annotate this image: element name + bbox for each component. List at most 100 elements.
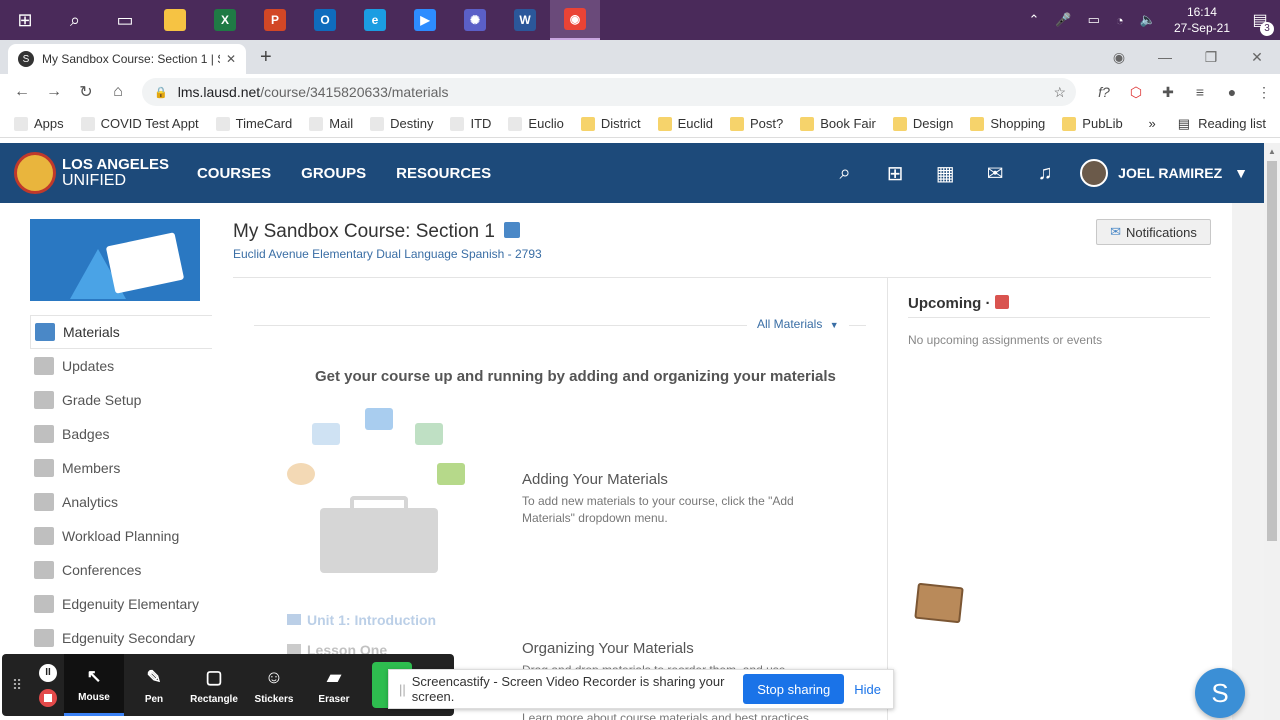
bookmark-item[interactable]: PubLib	[1062, 116, 1123, 131]
calendar-icon[interactable]: ▦	[920, 161, 970, 186]
stop-sharing-button[interactable]: Stop sharing	[743, 674, 845, 704]
schoology-help-button[interactable]: S	[1195, 668, 1245, 718]
all-materials-dropdown[interactable]: All Materials ▼	[747, 317, 849, 331]
forward-icon[interactable]: →	[38, 83, 70, 101]
drag-handle-icon[interactable]: ⠿	[2, 654, 32, 716]
chrome-app-glyph: ◉	[564, 8, 586, 30]
sidebar-item-members[interactable]: Members	[30, 451, 212, 485]
sidebar-item-updates[interactable]: Updates	[30, 349, 212, 383]
scroll-up-icon[interactable]: ▲	[1268, 147, 1276, 156]
file-explorer-icon[interactable]	[150, 0, 200, 40]
nav-resources[interactable]: RESOURCES	[396, 165, 491, 182]
more-bookmarks-icon[interactable]: »	[1149, 116, 1156, 131]
notifications-button[interactable]: ✉ Notifications	[1096, 219, 1211, 245]
messages-icon[interactable]: ✉	[970, 161, 1020, 186]
page-body: Materials Updates Grade Setup Badges Members…	[0, 203, 1264, 720]
bookmark-item[interactable]: Post?	[729, 116, 783, 131]
close-window-icon[interactable]: ✕	[1234, 49, 1280, 66]
bookmark-item[interactable]: TimeCard	[215, 116, 292, 131]
extensions-puzzle-icon[interactable]: ✚	[1152, 84, 1184, 101]
bookmark-item[interactable]: Destiny	[370, 116, 433, 131]
course-info-icon[interactable]	[504, 222, 521, 238]
back-icon[interactable]: ←	[6, 83, 38, 101]
bookmark-label: Apps	[34, 116, 64, 131]
calendar-icon[interactable]	[994, 295, 1009, 309]
reload-icon[interactable]: ↻	[70, 82, 102, 102]
minimize-icon[interactable]: —	[1142, 49, 1188, 65]
nav-courses[interactable]: COURSES	[197, 165, 271, 182]
bookmark-label: ITD	[470, 116, 492, 131]
bookmark-item[interactable]: Apps	[14, 116, 64, 131]
formula-extension-icon[interactable]: f?	[1088, 84, 1120, 100]
microphone-icon[interactable]: 🎤	[1055, 12, 1071, 28]
scrollbar-thumb[interactable]	[1267, 161, 1277, 541]
bookmark-item[interactable]: District	[580, 116, 641, 131]
sidebar-item-workload-planning[interactable]: Workload Planning	[30, 519, 212, 553]
word-icon[interactable]: W	[500, 0, 550, 40]
user-menu[interactable]: JOEL RAMIREZ ▼	[1080, 159, 1248, 187]
pdf-extension-icon[interactable]: ⬡	[1120, 84, 1152, 101]
profile-dropdown-icon[interactable]: ◉	[1096, 49, 1142, 66]
edge-icon[interactable]: e	[350, 0, 400, 40]
lausd-logo[interactable]: LOS ANGELES UNIFIED	[14, 152, 169, 194]
bookmark-item[interactable]: Euclio	[508, 116, 564, 131]
action-center-icon[interactable]: ▤ 3	[1240, 10, 1280, 36]
profile-avatar-icon[interactable]: ●	[1216, 84, 1248, 100]
stickers-tool-button[interactable]: ☺ Stickers	[244, 654, 304, 716]
eraser-tool-button[interactable]: ▰ Eraser	[304, 654, 364, 716]
windows-start-icon[interactable]: ⊞	[0, 0, 50, 40]
new-tab-icon[interactable]: +	[260, 46, 272, 69]
learn-more-text: Learn more about course materials and be…	[522, 711, 809, 720]
apps-grid-icon[interactable]: ⊞	[870, 161, 920, 186]
app-gear-icon[interactable]: ✺	[450, 0, 500, 40]
course-school-link[interactable]: Euclid Avenue Elementary Dual Language S…	[233, 247, 542, 261]
sidebar-item-badges[interactable]: Badges	[30, 417, 212, 451]
sidebar-item-grade-setup[interactable]: Grade Setup	[30, 383, 212, 417]
sidebar-item-analytics[interactable]: Analytics	[30, 485, 212, 519]
notifications-bell-icon[interactable]: ♫	[1020, 162, 1070, 185]
chrome-icon[interactable]: ◉	[550, 0, 600, 40]
wifi-icon[interactable]: ◔	[1116, 13, 1124, 28]
chevron-up-icon[interactable]: ⌃	[1029, 12, 1040, 28]
address-bar[interactable]: 🔒 lms.lausd.net/course/3415820633/materi…	[142, 78, 1076, 106]
rectangle-tool-button[interactable]: ▢ Rectangle	[184, 654, 244, 716]
task-view-icon[interactable]: ▭	[100, 0, 150, 40]
sidebar-item-edgenuity-secondary[interactable]: Edgenuity Secondary	[30, 621, 212, 655]
search-icon[interactable]: ⌕	[50, 0, 100, 40]
bookmark-item[interactable]: ITD	[450, 116, 491, 131]
bookmark-item[interactable]: Shopping	[970, 116, 1045, 131]
reading-list-button[interactable]: Reading list	[1198, 116, 1266, 131]
outlook-icon[interactable]: O	[300, 0, 350, 40]
nav-groups[interactable]: GROUPS	[301, 165, 366, 182]
stop-recording-icon[interactable]	[39, 688, 57, 707]
search-icon[interactable]: ⌕	[820, 162, 870, 185]
close-tab-icon[interactable]: ✕	[226, 52, 236, 66]
sidebar-item-conferences[interactable]: Conferences	[30, 553, 212, 587]
sidebar-item-materials[interactable]: Materials	[30, 315, 212, 349]
bookmark-item[interactable]: Euclid	[657, 116, 713, 131]
mouse-tool-button[interactable]: ↖ Mouse	[64, 654, 124, 716]
bookmark-item[interactable]: Mail	[309, 116, 353, 131]
home-icon[interactable]: ⌂	[102, 83, 134, 101]
chrome-menu-icon[interactable]: ⋮	[1248, 84, 1280, 101]
drag-grip-icon[interactable]: ||	[399, 682, 406, 697]
pen-tool-button[interactable]: ✎ Pen	[124, 654, 184, 716]
bookmark-item[interactable]: Book Fair	[800, 116, 876, 131]
bookmark-item[interactable]: COVID Test Appt	[80, 116, 199, 131]
powerpoint-icon[interactable]: P	[250, 0, 300, 40]
pause-icon[interactable]: II	[39, 663, 57, 682]
hide-button[interactable]: Hide	[854, 682, 881, 697]
volume-icon[interactable]: 🔈	[1140, 12, 1156, 28]
zoom-icon[interactable]: ▶	[400, 0, 450, 40]
sidebar-item-edgenuity-elementary[interactable]: Edgenuity Elementary	[30, 587, 212, 621]
excel-icon[interactable]: X	[200, 0, 250, 40]
battery-icon[interactable]: ▭	[1088, 12, 1100, 28]
reading-queue-icon[interactable]: ≡	[1184, 84, 1216, 100]
bookmark-item[interactable]: Design	[892, 116, 953, 131]
sidebar-item-label: Edgenuity Secondary	[62, 630, 196, 646]
page-scrollbar[interactable]: ▲	[1264, 143, 1280, 720]
bookmark-star-icon[interactable]: ☆	[1053, 84, 1066, 101]
restore-icon[interactable]: ❐	[1188, 49, 1234, 66]
clock[interactable]: 16:14 27-Sep-21	[1174, 4, 1230, 36]
browser-tab[interactable]: S My Sandbox Course: Section 1 | S ✕	[8, 44, 246, 74]
